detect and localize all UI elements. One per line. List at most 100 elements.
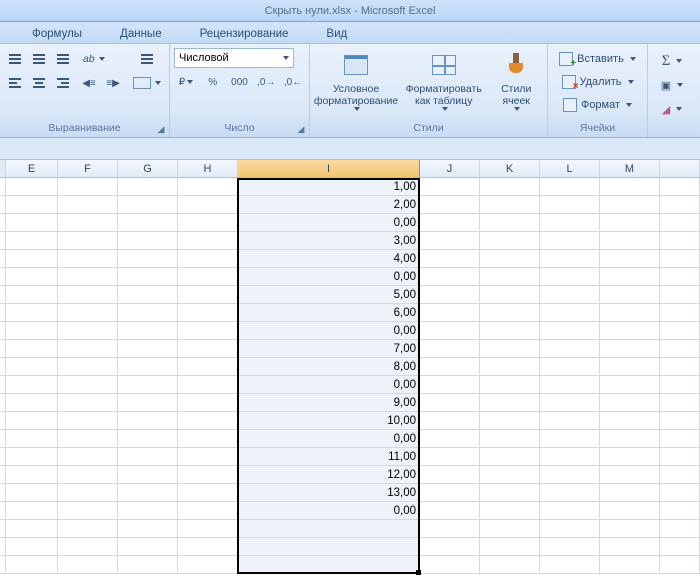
cell-J-15[interactable] — [420, 430, 480, 448]
column-header-K[interactable]: K — [480, 160, 540, 177]
tab-review[interactable]: Рецензирование — [198, 25, 291, 43]
cell-L-5[interactable] — [540, 250, 600, 268]
cell-F-15[interactable] — [58, 430, 118, 448]
cell-E-12[interactable] — [6, 376, 58, 394]
cell-G-21[interactable] — [118, 538, 178, 556]
cell-E-19[interactable] — [6, 502, 58, 520]
clear-button[interactable]: ◢ — [652, 98, 692, 120]
cell-M-21[interactable] — [600, 538, 660, 556]
cell-I-16[interactable]: 11,00 — [238, 448, 420, 466]
cell-F-10[interactable] — [58, 340, 118, 358]
cell-M-11[interactable] — [600, 358, 660, 376]
cell-J-8[interactable] — [420, 304, 480, 322]
cell-styles-button[interactable]: Стили ячеек — [489, 48, 543, 118]
cell-I-10[interactable]: 7,00 — [238, 340, 420, 358]
cell-L-1[interactable] — [540, 178, 600, 196]
increase-indent-button[interactable]: ≡▶ — [102, 72, 124, 94]
cell-F-11[interactable] — [58, 358, 118, 376]
number-dialog-launcher[interactable]: ◢ — [295, 123, 307, 135]
cell-E-22[interactable] — [6, 556, 58, 574]
cell-K-17[interactable] — [480, 466, 540, 484]
cell-F-2[interactable] — [58, 196, 118, 214]
tab-data[interactable]: Данные — [118, 25, 164, 43]
cell-E-9[interactable] — [6, 322, 58, 340]
cell-F-6[interactable] — [58, 268, 118, 286]
cell-F-12[interactable] — [58, 376, 118, 394]
cell-J-21[interactable] — [420, 538, 480, 556]
cell-I-3[interactable]: 0,00 — [238, 214, 420, 232]
cell-E-5[interactable] — [6, 250, 58, 268]
cell-J-5[interactable] — [420, 250, 480, 268]
cell-K-4[interactable] — [480, 232, 540, 250]
cell-G-2[interactable] — [118, 196, 178, 214]
cell-J-9[interactable] — [420, 322, 480, 340]
align-bottom-button[interactable] — [52, 48, 74, 70]
align-middle-button[interactable] — [28, 48, 50, 70]
cell-J-16[interactable] — [420, 448, 480, 466]
cell-F-20[interactable] — [58, 520, 118, 538]
cell-G-12[interactable] — [118, 376, 178, 394]
column-header-I[interactable]: I — [238, 160, 420, 177]
thousands-format-button[interactable]: 000 — [228, 71, 252, 93]
cell-K-5[interactable] — [480, 250, 540, 268]
cell-L-10[interactable] — [540, 340, 600, 358]
column-header-J[interactable]: J — [420, 160, 480, 177]
cell-J-4[interactable] — [420, 232, 480, 250]
cell-E-7[interactable] — [6, 286, 58, 304]
delete-cells-button[interactable]: Удалить — [552, 71, 643, 93]
cell-F-9[interactable] — [58, 322, 118, 340]
cell-K-19[interactable] — [480, 502, 540, 520]
cell-L-4[interactable] — [540, 232, 600, 250]
cell-H-16[interactable] — [178, 448, 238, 466]
cell-H-9[interactable] — [178, 322, 238, 340]
cell-J-10[interactable] — [420, 340, 480, 358]
cell-H-7[interactable] — [178, 286, 238, 304]
cell-M-16[interactable] — [600, 448, 660, 466]
cell-G-9[interactable] — [118, 322, 178, 340]
cell-G-1[interactable] — [118, 178, 178, 196]
cell-G-5[interactable] — [118, 250, 178, 268]
cell-K-7[interactable] — [480, 286, 540, 304]
autosum-button[interactable]: Σ — [652, 50, 692, 72]
cell-K-9[interactable] — [480, 322, 540, 340]
cell-G-15[interactable] — [118, 430, 178, 448]
cell-H-14[interactable] — [178, 412, 238, 430]
cell-M-2[interactable] — [600, 196, 660, 214]
cell-M-4[interactable] — [600, 232, 660, 250]
cell-M-6[interactable] — [600, 268, 660, 286]
cell-M-13[interactable] — [600, 394, 660, 412]
cell-J-7[interactable] — [420, 286, 480, 304]
cell-H-17[interactable] — [178, 466, 238, 484]
spreadsheet[interactable]: EFGHIJKLM 1,002,000,003,004,000,005,006,… — [0, 160, 700, 574]
cell-G-8[interactable] — [118, 304, 178, 322]
cell-K-1[interactable] — [480, 178, 540, 196]
cell-F-18[interactable] — [58, 484, 118, 502]
cell-E-3[interactable] — [6, 214, 58, 232]
cell-E-11[interactable] — [6, 358, 58, 376]
column-header-H[interactable]: H — [178, 160, 238, 177]
cell-I-5[interactable]: 4,00 — [238, 250, 420, 268]
cell-E-13[interactable] — [6, 394, 58, 412]
cell-L-18[interactable] — [540, 484, 600, 502]
cell-H-20[interactable] — [178, 520, 238, 538]
cell-J-17[interactable] — [420, 466, 480, 484]
fill-button[interactable]: ▣ — [652, 74, 692, 96]
cell-J-22[interactable] — [420, 556, 480, 574]
column-header-E[interactable]: E — [6, 160, 58, 177]
cell-L-8[interactable] — [540, 304, 600, 322]
format-as-table-button[interactable]: Форматировать как таблицу — [402, 48, 485, 118]
cell-G-6[interactable] — [118, 268, 178, 286]
cell-J-11[interactable] — [420, 358, 480, 376]
cell-H-10[interactable] — [178, 340, 238, 358]
cell-I-21[interactable] — [238, 538, 420, 556]
cell-F-21[interactable] — [58, 538, 118, 556]
cell-I-12[interactable]: 0,00 — [238, 376, 420, 394]
cell-J-2[interactable] — [420, 196, 480, 214]
align-center-button[interactable] — [28, 72, 50, 94]
cell-H-15[interactable] — [178, 430, 238, 448]
cell-G-18[interactable] — [118, 484, 178, 502]
cell-K-6[interactable] — [480, 268, 540, 286]
cell-H-5[interactable] — [178, 250, 238, 268]
cell-G-19[interactable] — [118, 502, 178, 520]
align-left-button[interactable] — [4, 72, 26, 94]
